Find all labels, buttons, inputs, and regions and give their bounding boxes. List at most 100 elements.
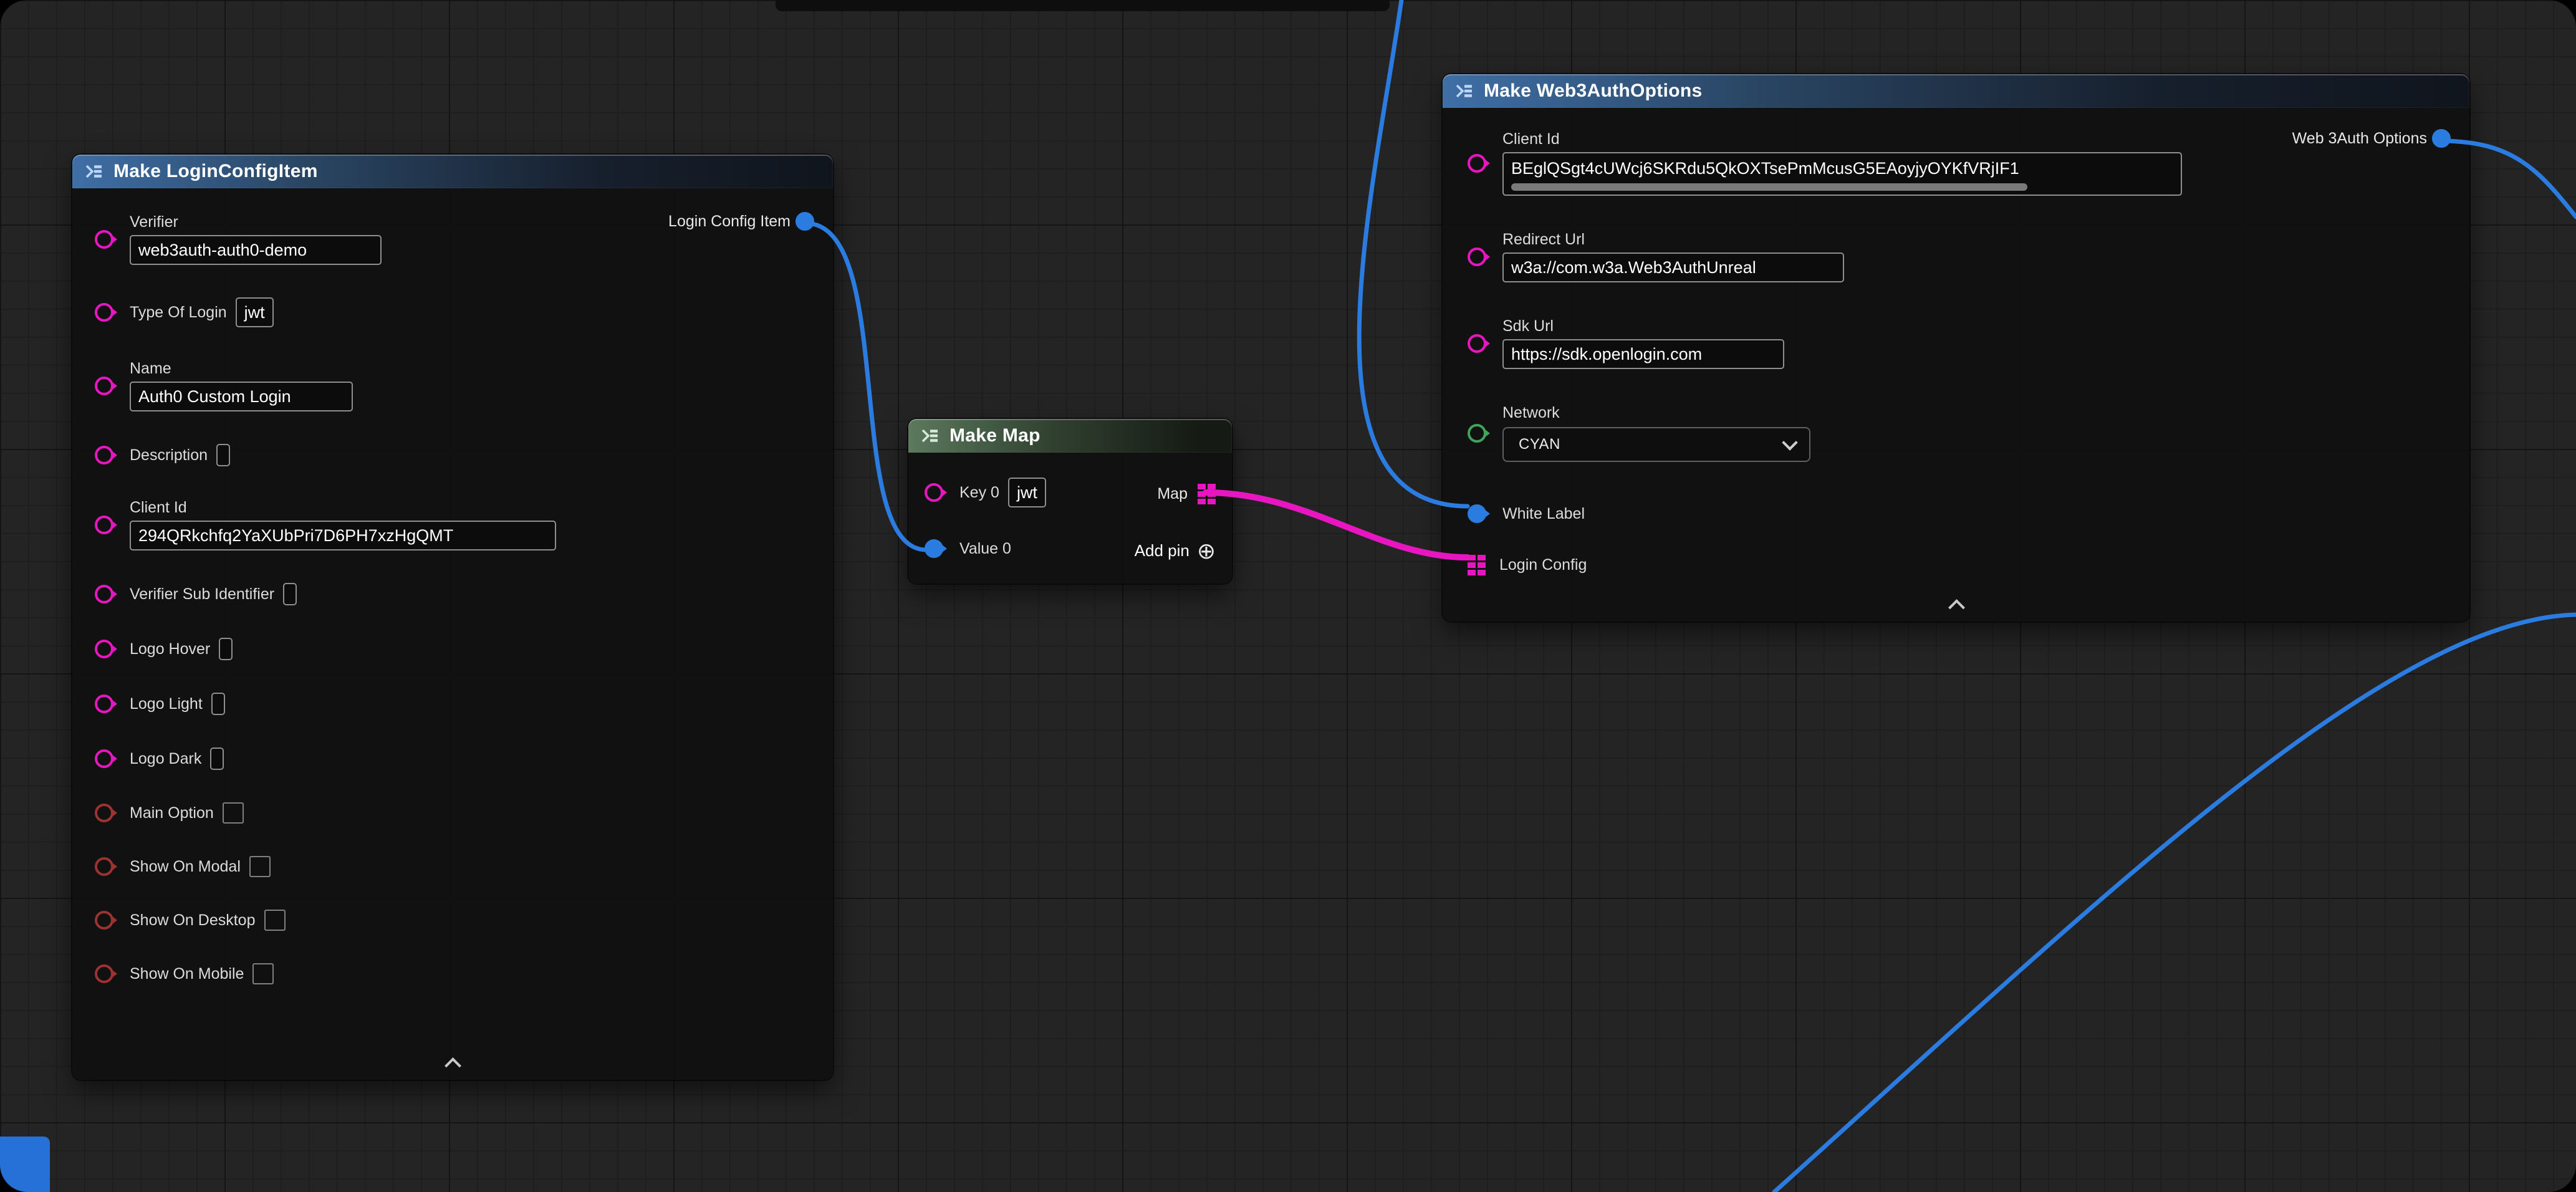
logo-hover-input[interactable] <box>219 638 233 660</box>
field-verifier-sub-identifier: Verifier Sub Identifier <box>95 583 814 605</box>
verifier-pin[interactable] <box>95 230 113 249</box>
login-config-pin[interactable] <box>1468 555 1486 575</box>
node-make-loginconfigitem[interactable]: Make LoginConfigItem Login Config Item V… <box>72 155 833 1080</box>
show-on-mobile-checkbox[interactable] <box>252 963 274 984</box>
field-label: Show On Modal <box>130 858 241 876</box>
client-id-pin[interactable] <box>95 516 113 534</box>
wire-map-to-login-config[interactable] <box>1206 493 1468 557</box>
name-pin[interactable] <box>95 377 113 395</box>
field-label: Key 0 <box>959 484 999 502</box>
sdk-url-pin[interactable] <box>1468 334 1486 353</box>
field-label: Network <box>1502 404 1810 422</box>
field-white-label: White Label <box>1468 499 2451 528</box>
client-id-text: BEglQSgt4cUWcj6SKRdu5QkOXTsePmMcusG5EAoy… <box>1511 156 2173 181</box>
client-id-pin[interactable] <box>1468 154 1486 173</box>
logo-light-input[interactable] <box>211 693 225 715</box>
offscreen-node-edge[interactable] <box>776 0 1390 11</box>
white-label-pin[interactable] <box>1468 504 1486 523</box>
field-name: Name Auth0 Custom Login <box>95 360 814 411</box>
show-on-modal-checkbox[interactable] <box>249 856 271 877</box>
output-map: Map <box>1157 484 1216 504</box>
show-on-desktop-checkbox[interactable] <box>264 910 286 931</box>
name-input[interactable]: Auth0 Custom Login <box>130 382 353 411</box>
field-login-config: Login Config <box>1468 550 2451 579</box>
main-option-pin[interactable] <box>95 804 113 822</box>
logo-light-pin[interactable] <box>95 695 113 713</box>
field-label: Client Id <box>1502 130 2182 148</box>
value-0-pin[interactable] <box>925 539 943 558</box>
map-output-pin[interactable] <box>1198 484 1216 504</box>
client-id-input[interactable]: 294QRkchfq2YaXUbPri7D6PH7xzHgQMT <box>130 521 556 550</box>
show-on-mobile-pin[interactable] <box>95 964 113 983</box>
node-title: Make Map <box>949 425 1040 446</box>
field-label: Name <box>130 360 353 378</box>
logo-dark-pin[interactable] <box>95 749 113 768</box>
field-logo-dark: Logo Dark <box>95 747 814 770</box>
field-label: Redirect Url <box>1502 231 1844 249</box>
field-label: Main Option <box>130 804 214 822</box>
key-0-pin[interactable] <box>925 483 943 502</box>
field-show-on-modal: Show On Modal <box>95 856 814 877</box>
field-show-on-mobile: Show On Mobile <box>95 963 814 984</box>
field-show-on-desktop: Show On Desktop <box>95 910 814 931</box>
type-of-login-input[interactable]: jwt <box>236 297 274 327</box>
field-label: Sdk Url <box>1502 317 1784 335</box>
client-id-input[interactable]: BEglQSgt4cUWcj6SKRdu5QkOXTsePmMcusG5EAoy… <box>1502 152 2182 196</box>
collapse-node-chevron-icon[interactable] <box>443 1057 462 1070</box>
node-title: Make LoginConfigItem <box>113 161 318 182</box>
redirect-url-input[interactable]: w3a://com.w3a.Web3AuthUnreal <box>1502 252 1844 282</box>
logo-hover-pin[interactable] <box>95 640 113 658</box>
redirect-url-pin[interactable] <box>1468 248 1486 266</box>
horizontal-scrollbar[interactable] <box>1511 183 2027 191</box>
field-label: Login Config <box>1499 556 1587 574</box>
network-pin[interactable] <box>1468 424 1486 443</box>
output-label: Map <box>1157 485 1188 503</box>
show-on-desktop-pin[interactable] <box>95 911 113 930</box>
wire-bottom-diagonal[interactable] <box>1774 615 2576 1192</box>
field-type-of-login: Type Of Login jwt <box>95 297 814 327</box>
type-of-login-pin[interactable] <box>95 303 113 322</box>
verifier-sub-identifier-input[interactable] <box>283 583 297 605</box>
verifier-input[interactable]: web3auth-auth0-demo <box>130 235 382 265</box>
field-client-id: Client Id 294QRkchfq2YaXUbPri7D6PH7xzHgQ… <box>95 499 814 550</box>
node-make-web3authoptions[interactable]: Make Web3AuthOptions Web 3Auth Options C… <box>1443 74 2469 622</box>
field-sdk-url: Sdk Url https://sdk.openlogin.com <box>1468 317 2451 369</box>
node-make-map[interactable]: Make Map Key 0 jwt Value 0 Map Add pin ⊕ <box>908 419 1232 584</box>
field-logo-light: Logo Light <box>95 693 814 715</box>
field-label: Value 0 <box>959 540 1011 558</box>
field-client-id: Client Id BEglQSgt4cUWcj6SKRdu5QkOXTsePm… <box>1468 130 2451 196</box>
field-logo-hover: Logo Hover <box>95 638 814 660</box>
blueprint-graph-canvas[interactable]: Make LoginConfigItem Login Config Item V… <box>0 0 2576 1192</box>
verifier-sub-identifier-pin[interactable] <box>95 585 113 603</box>
make-struct-icon <box>85 162 103 181</box>
add-pin-button[interactable]: Add pin ⊕ <box>1135 541 1216 560</box>
show-on-modal-pin[interactable] <box>95 857 113 876</box>
field-label: Client Id <box>130 499 556 517</box>
field-label: Description <box>130 446 208 464</box>
node-header[interactable]: Make Map <box>908 419 1232 453</box>
make-struct-icon <box>1455 82 1474 100</box>
key-0-input[interactable]: jwt <box>1008 478 1046 507</box>
network-dropdown[interactable]: CYAN <box>1502 427 1810 462</box>
field-label: White Label <box>1502 505 1585 523</box>
collapse-node-chevron-icon[interactable] <box>1947 599 1966 612</box>
add-pin-label: Add pin <box>1135 541 1189 560</box>
logo-dark-input[interactable] <box>210 747 224 770</box>
field-label: Logo Dark <box>130 750 201 768</box>
offscreen-node-corner[interactable] <box>0 1137 50 1192</box>
add-pin-plus-icon: ⊕ <box>1197 542 1216 560</box>
node-header[interactable]: Make LoginConfigItem <box>72 155 833 188</box>
sdk-url-input[interactable]: https://sdk.openlogin.com <box>1502 339 1784 369</box>
network-selected-value: CYAN <box>1504 436 1560 453</box>
description-input[interactable] <box>216 444 230 466</box>
chevron-down-icon <box>1782 435 1797 450</box>
field-verifier: Verifier web3auth-auth0-demo <box>95 213 814 265</box>
field-label: Verifier <box>130 213 382 231</box>
field-label: Show On Mobile <box>130 965 244 983</box>
field-main-option: Main Option <box>95 802 814 824</box>
description-pin[interactable] <box>95 446 113 464</box>
node-title: Make Web3AuthOptions <box>1484 80 1702 102</box>
node-header[interactable]: Make Web3AuthOptions <box>1443 74 2469 108</box>
field-label: Logo Light <box>130 695 203 713</box>
main-option-checkbox[interactable] <box>223 802 244 824</box>
